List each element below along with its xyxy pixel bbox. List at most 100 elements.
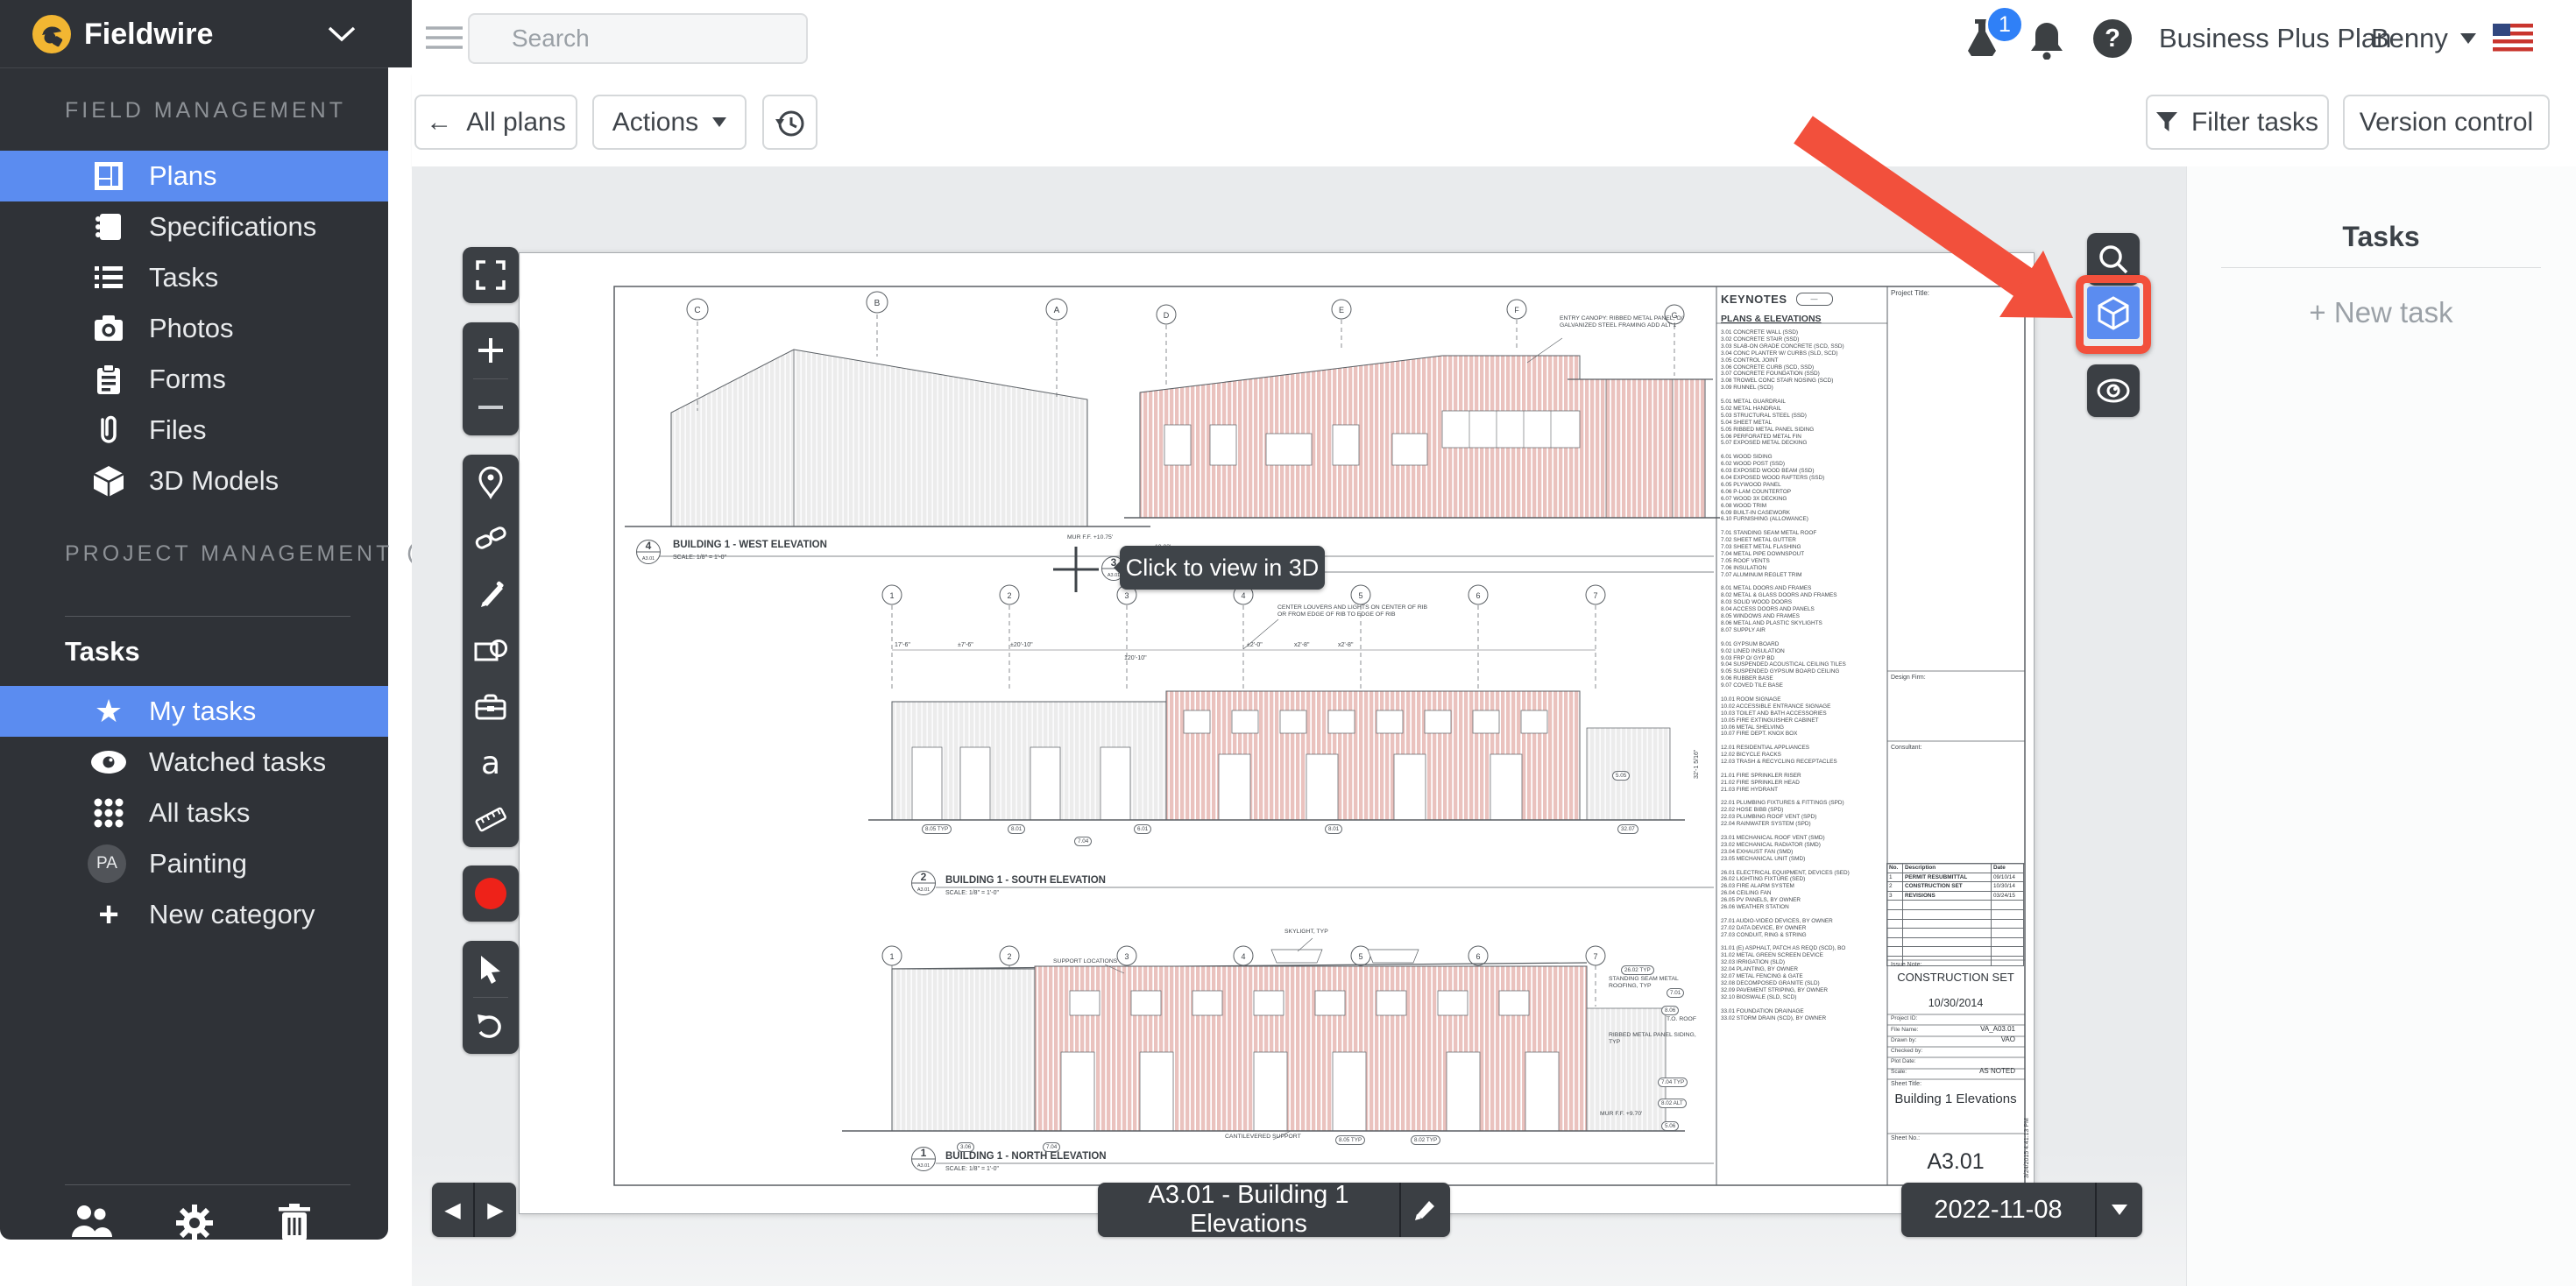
cursor-tool-button[interactable]: [463, 941, 519, 997]
grid-bubble-label: 5: [1358, 591, 1362, 600]
language-flag-icon[interactable]: [2493, 24, 2533, 52]
version-date-pill[interactable]: 2022-11-08: [1901, 1183, 2142, 1237]
all-plans-button[interactable]: ← All plans: [414, 95, 577, 150]
pin-tool-button[interactable]: [463, 455, 519, 511]
keynote-tag: 8.02 ALT: [1658, 1099, 1687, 1108]
sidebar-item-specifications[interactable]: Specifications: [0, 201, 388, 252]
grid-bubble-label: F: [1514, 306, 1519, 314]
keynote-line: 9.05 SUSPENDED GYPSUM BOARD CEILING: [1721, 668, 1886, 675]
history-button[interactable]: [762, 95, 817, 150]
keynote-line: 5.07 EXPOSED METAL DECKING: [1721, 440, 1886, 447]
previous-sheet-button[interactable]: ◀: [432, 1198, 473, 1223]
people-button[interactable]: [68, 1202, 114, 1240]
keynote-line: 23.01 MECHANICAL ROOF VENT (SMD): [1721, 835, 1886, 842]
next-sheet-button[interactable]: ▶: [475, 1198, 516, 1223]
keynote-line: 26.03 FIRE ALARM SYSTEM: [1721, 883, 1886, 890]
sidebar-item-tasks[interactable]: Tasks: [0, 252, 388, 303]
keynote-line: 12.03 TRASH & RECYCLING RECEPTACLES: [1721, 759, 1886, 766]
keynote-line: 27.01 AUDIO-VIDEO DEVICES, BY OWNER: [1721, 918, 1886, 925]
notifications-button[interactable]: [2029, 19, 2064, 60]
user-menu[interactable]: Benny: [2371, 23, 2476, 54]
keynote-tag: 8.02 TYP: [1411, 1135, 1440, 1145]
plus-icon: +: [89, 895, 128, 935]
link-tool-button[interactable]: [463, 511, 519, 567]
sidebar-item-new-category[interactable]: + New category: [0, 889, 388, 940]
field-label: File Name:: [1891, 1027, 1918, 1033]
keynote-line: 7.06 INSULATION: [1721, 565, 1886, 572]
zoom-in-button[interactable]: [463, 322, 519, 378]
keynote-line: 22.04 RAINWATER SYSTEM (SPD): [1721, 821, 1886, 828]
keynote-line: 9.01 GYPSUM BOARD: [1721, 641, 1886, 648]
keynote-line: 33.02 STORM DRAIN (SCD), BY OWNER: [1721, 1015, 1886, 1022]
sidebar-item-forms[interactable]: Forms: [0, 354, 388, 405]
callout-ref: A3.01: [917, 1163, 930, 1169]
version-dropdown-button[interactable]: [2097, 1205, 2142, 1215]
callout-number: 2: [921, 871, 927, 883]
trash-button[interactable]: [275, 1202, 314, 1242]
sheet-note: ENTRY CANOPY: RIBBED METAL PANEL, O/ GAL…: [1560, 315, 1691, 329]
sheet-note: T.O. ROOF: [1667, 1016, 1719, 1023]
sidebar-item-photos[interactable]: Photos: [0, 303, 388, 354]
sheet-note: RIBBED METAL PANEL SIDING, TYP: [1609, 1032, 1701, 1046]
text-tool-button[interactable]: a: [463, 735, 519, 791]
caret-down-icon: [2112, 1205, 2127, 1215]
whats-new-button[interactable]: 1: [1963, 18, 2001, 60]
new-task-button[interactable]: + New task: [2186, 296, 2576, 329]
keynote-line: 23.04 EXHAUST FAN (SMD): [1721, 849, 1886, 856]
keynote-line: 8.05 WINDOWS AND FRAMES: [1721, 613, 1886, 620]
visibility-button[interactable]: [2087, 364, 2140, 417]
shapes-tool-button[interactable]: [463, 623, 519, 679]
sidebar-item-label: All tasks: [149, 797, 250, 829]
sidebar-divider: [65, 616, 350, 617]
sheet-note: SUPPORT LOCATIONS: [1053, 958, 1136, 965]
sidebar-item-all-tasks[interactable]: All tasks: [0, 788, 388, 838]
keynote-line: [1721, 523, 1886, 530]
keynote-line: 3.04 CONC PLANTER W/ CURBS (SLD, SCD): [1721, 350, 1886, 357]
sidebar-item-my-tasks[interactable]: ★ My tasks: [0, 686, 388, 737]
search-input[interactable]: [470, 25, 828, 53]
keynote-line: 21.03 FIRE HYDRANT: [1721, 787, 1886, 794]
revision-row: [1887, 947, 2024, 957]
measure-tool-button[interactable]: [463, 791, 519, 847]
settings-button[interactable]: [173, 1202, 216, 1244]
keynote-line: 12.01 RESIDENTIAL APPLIANCES: [1721, 745, 1886, 752]
undo-button[interactable]: [463, 998, 519, 1054]
keynote-tag: 5.06: [1661, 1121, 1679, 1131]
keynote-line: 6.07 WOOD 3X DECKING: [1721, 496, 1886, 503]
filter-tasks-button[interactable]: Filter tasks: [2146, 95, 2329, 150]
hamburger-menu-icon[interactable]: [426, 25, 463, 50]
sheet-name-pill[interactable]: A3.01 - Building 1 Elevations: [1098, 1183, 1450, 1237]
dimension-text: ±2'-0": [1247, 642, 1263, 648]
sidebar-item-files[interactable]: Files: [0, 405, 388, 456]
dimension-text: x2'-8": [1294, 642, 1310, 648]
sheet-title: Building 1 Elevations: [1889, 1092, 2022, 1107]
sidebar-item-watched-tasks[interactable]: Watched tasks: [0, 737, 388, 788]
sidebar-item-3d-models[interactable]: 3D Models: [0, 456, 388, 506]
sidebar-item-category-painting[interactable]: PA Painting: [0, 838, 388, 889]
keynote-tag: 7.04 TYP: [1658, 1078, 1688, 1087]
help-button[interactable]: ?: [2093, 19, 2132, 58]
version-control-button[interactable]: Version control: [2343, 95, 2550, 150]
keynote-line: 7.02 SHEET METAL GUTTER: [1721, 537, 1886, 544]
keynote-line: 10.06 METAL SHELVING: [1721, 724, 1886, 731]
toolbox-tool-button[interactable]: [463, 679, 519, 735]
actions-button[interactable]: Actions: [592, 95, 747, 150]
callout-number: 4: [646, 540, 652, 552]
keynote-line: 5.04 SHEET METAL: [1721, 420, 1886, 427]
sidebar-item-plans[interactable]: Plans: [0, 151, 388, 201]
camera-icon: [89, 311, 128, 346]
grid-bubble-label: 4: [1241, 952, 1245, 961]
keynote-line: [1721, 863, 1886, 870]
grid-bubble-label: E: [1339, 306, 1344, 314]
select-tools: [463, 941, 519, 1054]
fullscreen-button[interactable]: [463, 247, 519, 303]
keynotes-block: KEYNOTES — PLANS & ELEVATIONS 3.01 CONCR…: [1721, 293, 1886, 1021]
project-switcher-chevron-icon[interactable]: [326, 25, 357, 44]
pen-tool-button[interactable]: [463, 567, 519, 623]
rename-sheet-button[interactable]: [1401, 1198, 1450, 1222]
record-button[interactable]: [463, 866, 519, 922]
zoom-out-button[interactable]: [463, 379, 519, 435]
keynote-line: 5.02 METAL HANDRAIL: [1721, 406, 1886, 413]
keynote-tag: 32.07: [1617, 824, 1638, 834]
keynote-line: 26.04 CEILING FAN: [1721, 890, 1886, 897]
